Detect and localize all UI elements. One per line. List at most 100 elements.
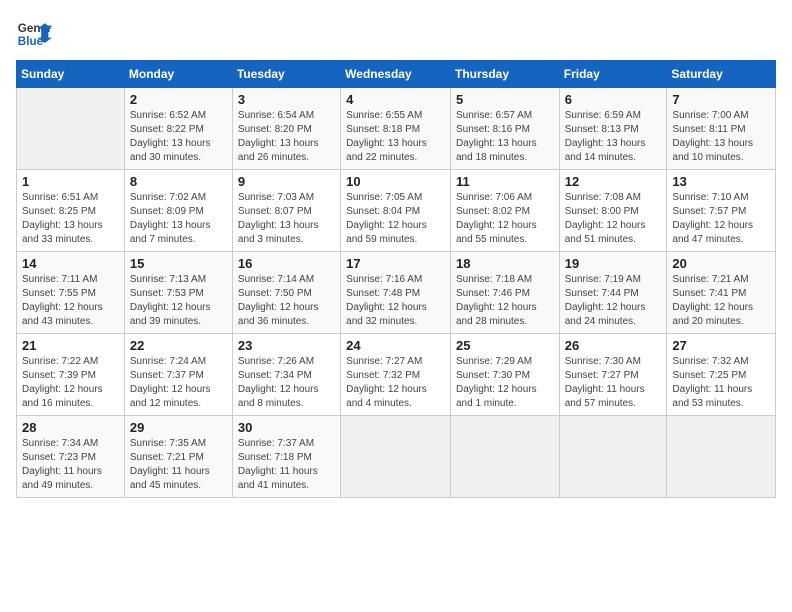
day-info: Sunrise: 7:22 AM Sunset: 7:39 PM Dayligh… [22,355,119,411]
day-info: Sunrise: 7:06 AM Sunset: 8:02 PM Dayligh… [456,191,554,247]
calendar-cell: 5 Sunrise: 6:57 AM Sunset: 8:16 PM Daylig… [450,88,559,170]
day-info: Sunrise: 7:19 AM Sunset: 7:44 PM Dayligh… [565,273,662,329]
day-number: 26 [565,338,662,353]
day-info: Sunrise: 7:29 AM Sunset: 7:30 PM Dayligh… [456,355,554,411]
day-number: 2 [130,92,227,107]
calendar-cell: 4 Sunrise: 6:55 AM Sunset: 8:18 PM Daylig… [341,88,451,170]
calendar-week-4: 21Sunrise: 7:22 AM Sunset: 7:39 PM Dayli… [17,334,776,416]
day-number: 13 [672,174,770,189]
calendar-cell: 6 Sunrise: 6:59 AM Sunset: 8:13 PM Daylig… [559,88,667,170]
calendar-cell: 1 Sunrise: 6:51 AM Sunset: 8:25 PM Daylig… [17,170,125,252]
day-info: Sunrise: 7:26 AM Sunset: 7:34 PM Dayligh… [238,355,335,411]
day-number: 28 [22,420,119,435]
calendar-cell: 18 Sunrise: 7:18 AM Sunset: 7:46 PM Dayli… [450,252,559,334]
day-number: 5 [456,92,554,107]
day-number: 6 [565,92,662,107]
day-info: Sunrise: 6:55 AM Sunset: 8:18 PM Dayligh… [346,109,445,165]
day-number: 27 [672,338,770,353]
calendar-cell: 15 Sunrise: 7:13 AM Sunset: 7:53 PM Dayli… [124,252,232,334]
day-info: Sunrise: 7:05 AM Sunset: 8:04 PM Dayligh… [346,191,445,247]
calendar-cell: 19Sunrise: 7:19 AM Sunset: 7:44 PM Dayli… [559,252,667,334]
calendar-cell [559,416,667,498]
calendar-cell [341,416,451,498]
calendar-cell: 24 Sunrise: 7:27 AM Sunset: 7:32 PM Dayli… [341,334,451,416]
day-info: Sunrise: 6:57 AM Sunset: 8:16 PM Dayligh… [456,109,554,165]
calendar-cell: 29 Sunrise: 7:35 AM Sunset: 7:21 PM Dayli… [124,416,232,498]
day-number: 16 [238,256,335,271]
day-info: Sunrise: 7:35 AM Sunset: 7:21 PM Dayligh… [130,437,227,493]
day-info: Sunrise: 7:24 AM Sunset: 7:37 PM Dayligh… [130,355,227,411]
day-info: Sunrise: 7:02 AM Sunset: 8:09 PM Dayligh… [130,191,227,247]
day-number: 12 [565,174,662,189]
calendar-cell: 21Sunrise: 7:22 AM Sunset: 7:39 PM Dayli… [17,334,125,416]
day-info: Sunrise: 6:54 AM Sunset: 8:20 PM Dayligh… [238,109,335,165]
logo: General Blue [16,16,52,52]
day-number: 11 [456,174,554,189]
day-number: 1 [22,174,119,189]
calendar-cell: 7 Sunrise: 7:00 AM Sunset: 8:11 PM Daylig… [667,88,776,170]
day-number: 17 [346,256,445,271]
calendar-cell: 27 Sunrise: 7:32 AM Sunset: 7:25 PM Dayli… [667,334,776,416]
calendar-cell: 23Sunrise: 7:26 AM Sunset: 7:34 PM Dayli… [232,334,340,416]
day-info: Sunrise: 7:18 AM Sunset: 7:46 PM Dayligh… [456,273,554,329]
header-thursday: Thursday [450,61,559,88]
day-number: 3 [238,92,335,107]
day-info: Sunrise: 7:16 AM Sunset: 7:48 PM Dayligh… [346,273,445,329]
day-info: Sunrise: 7:34 AM Sunset: 7:23 PM Dayligh… [22,437,119,493]
day-info: Sunrise: 7:30 AM Sunset: 7:27 PM Dayligh… [565,355,662,411]
calendar-cell [450,416,559,498]
calendar-week-3: 14Sunrise: 7:11 AM Sunset: 7:55 PM Dayli… [17,252,776,334]
header-monday: Monday [124,61,232,88]
day-number: 15 [130,256,227,271]
day-info: Sunrise: 7:03 AM Sunset: 8:07 PM Dayligh… [238,191,335,247]
day-info: Sunrise: 7:13 AM Sunset: 7:53 PM Dayligh… [130,273,227,329]
day-number: 8 [130,174,227,189]
calendar-cell: 3 Sunrise: 6:54 AM Sunset: 8:20 PM Daylig… [232,88,340,170]
weekday-header-row: SundayMondayTuesdayWednesdayThursdayFrid… [17,61,776,88]
calendar-cell: 28 Sunrise: 7:34 AM Sunset: 7:23 PM Dayli… [17,416,125,498]
svg-text:Blue: Blue [18,35,44,48]
day-info: Sunrise: 6:59 AM Sunset: 8:13 PM Dayligh… [565,109,662,165]
page-header: General Blue [16,16,776,52]
day-number: 18 [456,256,554,271]
day-number: 10 [346,174,445,189]
day-number: 25 [456,338,554,353]
calendar-cell: 8 Sunrise: 7:02 AM Sunset: 8:09 PM Daylig… [124,170,232,252]
calendar-table: SundayMondayTuesdayWednesdayThursdayFrid… [16,60,776,498]
day-number: 4 [346,92,445,107]
calendar-cell: 22 Sunrise: 7:24 AM Sunset: 7:37 PM Dayli… [124,334,232,416]
day-number: 22 [130,338,227,353]
day-info: Sunrise: 7:32 AM Sunset: 7:25 PM Dayligh… [672,355,770,411]
calendar-week-5: 28 Sunrise: 7:34 AM Sunset: 7:23 PM Dayli… [17,416,776,498]
day-info: Sunrise: 6:51 AM Sunset: 8:25 PM Dayligh… [22,191,119,247]
day-number: 24 [346,338,445,353]
calendar-week-2: 1 Sunrise: 6:51 AM Sunset: 8:25 PM Daylig… [17,170,776,252]
header-tuesday: Tuesday [232,61,340,88]
calendar-cell [667,416,776,498]
header-saturday: Saturday [667,61,776,88]
day-info: Sunrise: 7:00 AM Sunset: 8:11 PM Dayligh… [672,109,770,165]
calendar-cell: 16 Sunrise: 7:14 AM Sunset: 7:50 PM Dayli… [232,252,340,334]
day-info: Sunrise: 7:27 AM Sunset: 7:32 PM Dayligh… [346,355,445,411]
logo-icon: General Blue [16,16,52,52]
header-sunday: Sunday [17,61,125,88]
calendar-cell: 25 Sunrise: 7:29 AM Sunset: 7:30 PM Dayli… [450,334,559,416]
day-number: 9 [238,174,335,189]
calendar-cell: 17 Sunrise: 7:16 AM Sunset: 7:48 PM Dayli… [341,252,451,334]
calendar-cell: 14Sunrise: 7:11 AM Sunset: 7:55 PM Dayli… [17,252,125,334]
calendar-cell: 26 Sunrise: 7:30 AM Sunset: 7:27 PM Dayli… [559,334,667,416]
calendar-week-1: 2 Sunrise: 6:52 AM Sunset: 8:22 PM Daylig… [17,88,776,170]
day-info: Sunrise: 7:21 AM Sunset: 7:41 PM Dayligh… [672,273,770,329]
day-number: 20 [672,256,770,271]
day-number: 29 [130,420,227,435]
day-number: 7 [672,92,770,107]
day-info: Sunrise: 6:52 AM Sunset: 8:22 PM Dayligh… [130,109,227,165]
day-info: Sunrise: 7:37 AM Sunset: 7:18 PM Dayligh… [238,437,335,493]
calendar-cell: 30 Sunrise: 7:37 AM Sunset: 7:18 PM Dayli… [232,416,340,498]
day-info: Sunrise: 7:10 AM Sunset: 7:57 PM Dayligh… [672,191,770,247]
calendar-cell [17,88,125,170]
calendar-cell: 12Sunrise: 7:08 AM Sunset: 8:00 PM Dayli… [559,170,667,252]
day-number: 30 [238,420,335,435]
day-info: Sunrise: 7:14 AM Sunset: 7:50 PM Dayligh… [238,273,335,329]
calendar-cell: 20 Sunrise: 7:21 AM Sunset: 7:41 PM Dayli… [667,252,776,334]
